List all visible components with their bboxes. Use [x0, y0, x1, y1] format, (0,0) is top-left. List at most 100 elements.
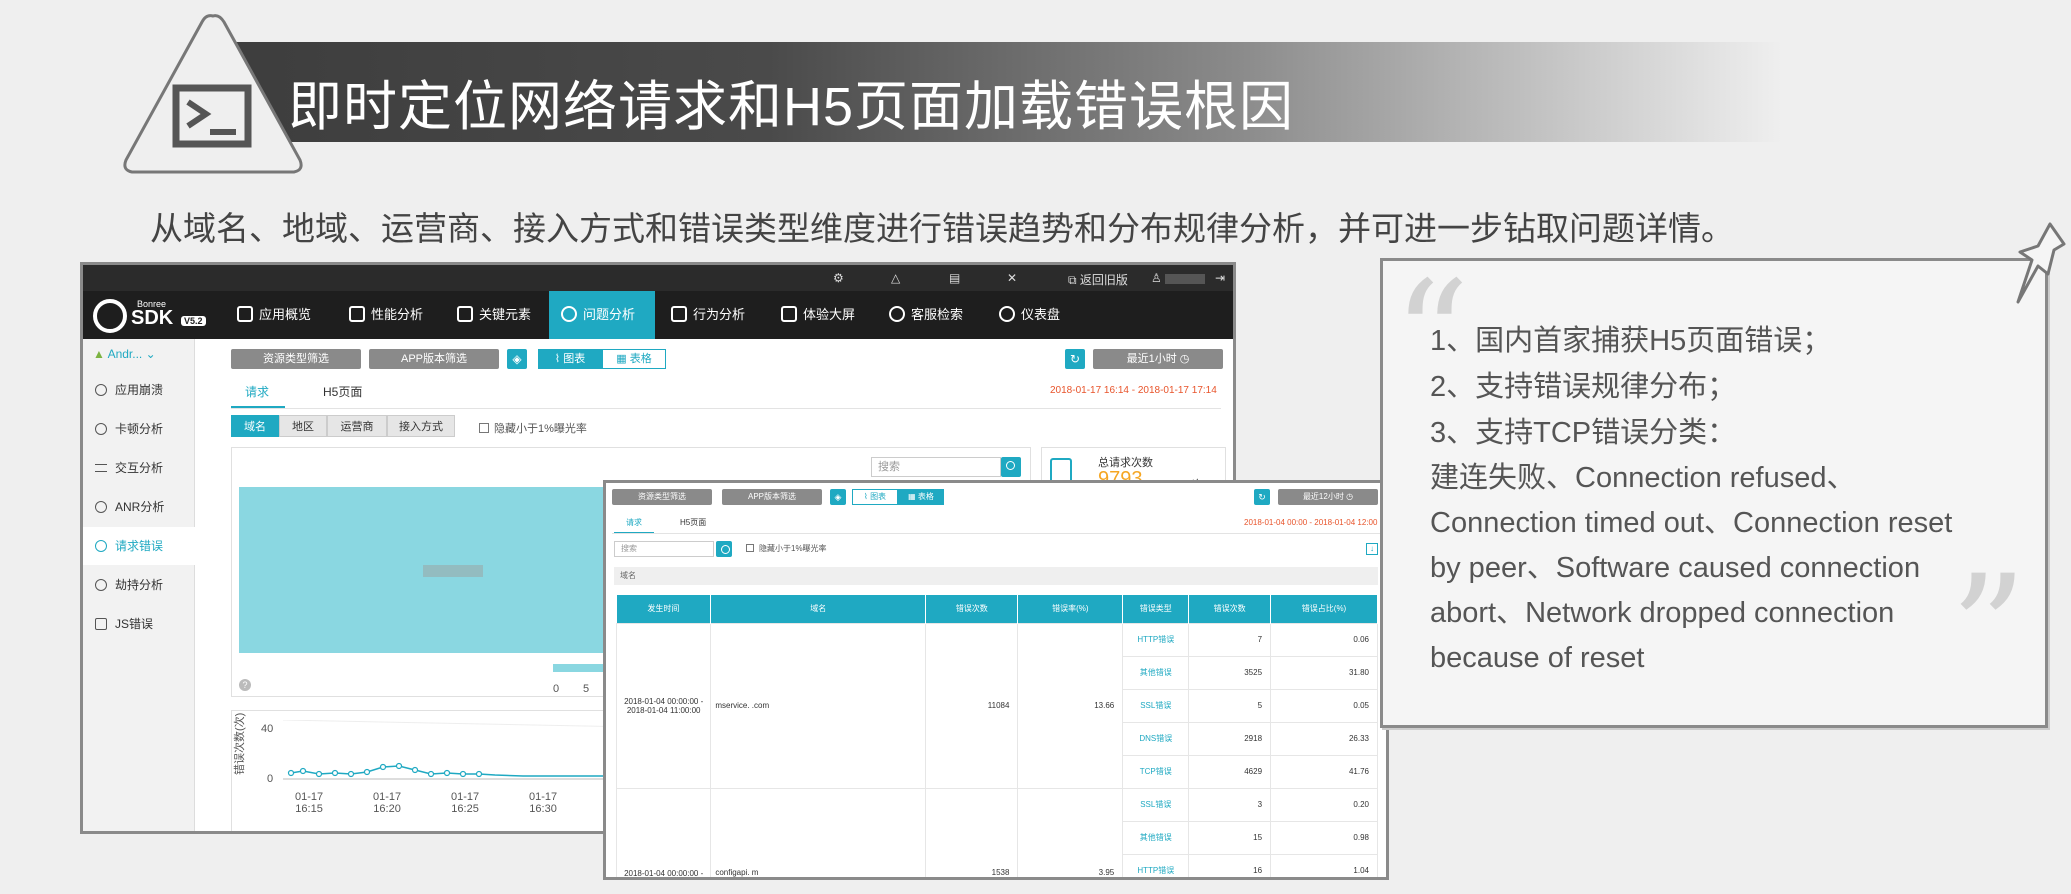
sidebar-item-js-error[interactable]: JS错误: [83, 605, 195, 643]
sidebar-label: 请求错误: [115, 539, 164, 553]
logout-icon[interactable]: ⇥: [1215, 271, 1225, 285]
app-version-filter[interactable]: APP版本筛选: [369, 349, 499, 369]
cell-error-type[interactable]: 其他错误: [1122, 655, 1190, 690]
cell-error-type[interactable]: DNS错误: [1122, 721, 1190, 756]
x-tick-3: 01-17 16:25: [451, 791, 480, 815]
settings-icon[interactable]: ⚙: [833, 271, 844, 285]
sidebar-label: JS错误: [115, 617, 154, 631]
export-icon[interactable]: ↓: [1366, 543, 1378, 555]
nav-label: 问题分析: [583, 307, 636, 322]
dim-access[interactable]: 接入方式: [387, 415, 455, 437]
search-input[interactable]: 搜索: [614, 541, 714, 557]
gauge-icon: [999, 306, 1015, 322]
sidebar-item-crash[interactable]: 应用崩溃: [83, 371, 195, 409]
chart-y-label: 错误次数(次): [234, 712, 246, 775]
nav-label: 性能分析: [371, 307, 424, 322]
table-icon: ▦: [616, 353, 630, 365]
nav-customer-search[interactable]: 客服检索: [885, 291, 985, 339]
bonree-logo: Bonree SDK V5.2: [93, 297, 206, 335]
nav-label: 应用概览: [259, 307, 312, 322]
sidebar-item-hijack[interactable]: 劫持分析: [83, 566, 195, 604]
cell-type-count: 3525: [1188, 655, 1272, 690]
page-subtitle: 从域名、地域、运营商、接入方式和错误类型维度进行错误趋势和分布规律分析，并可进一…: [150, 210, 1734, 247]
filter-toggle-icon[interactable]: ◈: [507, 349, 527, 369]
nav-key-elements[interactable]: 关键元素: [453, 291, 553, 339]
nav-label: 体验大屏: [803, 307, 856, 322]
bell-icon[interactable]: △: [891, 271, 900, 285]
table-row[interactable]: 2018-01-04 00:00:00 - 2018-01-04 11:00:0…: [615, 622, 1378, 789]
tab-request[interactable]: 请求: [614, 517, 654, 534]
col-header-count[interactable]: 错误次数: [925, 595, 1019, 623]
checkbox-icon: [479, 423, 489, 433]
chart-view-toggle[interactable]: ⌇ 图表: [538, 349, 602, 369]
chart-view-toggle[interactable]: ⌇ 图表: [852, 489, 898, 505]
chart-toggle-label: 图表: [563, 353, 586, 365]
cell-error-type[interactable]: SSL错误: [1122, 787, 1190, 822]
app-version-filter[interactable]: APP版本筛选: [722, 489, 822, 505]
nav-problem-analysis[interactable]: 问题分析: [549, 291, 655, 339]
cell-type-count: 5: [1188, 688, 1272, 723]
table-view-toggle[interactable]: ▦ 表格: [602, 349, 666, 369]
table-view-toggle[interactable]: ▦ 表格: [898, 489, 944, 505]
user-icon[interactable]: ♙: [1151, 271, 1206, 285]
refresh-icon[interactable]: ↻: [1065, 349, 1085, 369]
time-range-select[interactable]: 最近1小时 ◷: [1093, 349, 1223, 369]
dim-domain[interactable]: 域名: [231, 415, 279, 437]
tab-h5[interactable]: H5页面: [323, 383, 362, 400]
nav-big-screen[interactable]: 体验大屏: [777, 291, 877, 339]
search-input[interactable]: 搜索: [871, 457, 1001, 477]
cell-error-type[interactable]: 其他错误: [1122, 820, 1190, 855]
help-icon[interactable]: ?: [239, 679, 251, 691]
cell-error-type[interactable]: HTTP错误: [1122, 853, 1190, 877]
cell-type-share: 26.33: [1270, 721, 1378, 756]
col-header-rate[interactable]: 错误率(%): [1017, 595, 1124, 623]
table-toggle-label: 表格: [629, 353, 652, 365]
nav-behavior[interactable]: 行为分析: [667, 291, 767, 339]
sidebar-item-lag[interactable]: 卡顿分析: [83, 410, 195, 448]
quote-line-2: 2、支持错误规律分布；: [1430, 371, 1737, 403]
trend-series-points: [287, 762, 483, 778]
resource-type-filter[interactable]: 资源类型筛选: [231, 349, 361, 369]
cell-error-type[interactable]: TCP错误: [1122, 754, 1190, 789]
tab-request[interactable]: 请求: [231, 383, 286, 408]
cell-time: 2018-01-04 00:00:00 - 2018-01-04 11:00:0…: [615, 622, 712, 789]
search-icon[interactable]: [716, 541, 732, 557]
error-circle-icon: [95, 540, 107, 552]
cell-type-share: 0.06: [1270, 622, 1378, 657]
refresh-icon[interactable]: ↻: [1254, 489, 1270, 505]
page-title: 即时定位网络请求和H5页面加载错误根因: [288, 77, 1295, 137]
report-icon[interactable]: ▤: [949, 271, 960, 285]
resource-type-filter[interactable]: 资源类型筛选: [612, 489, 712, 505]
tools-icon[interactable]: ✕: [1007, 271, 1017, 285]
back-old-version-link[interactable]: ⧉ 返回旧版: [1068, 271, 1128, 288]
app-selector-label: Andr...: [107, 347, 143, 361]
search-icon[interactable]: [1001, 457, 1021, 477]
app-selector[interactable]: ▲ Andr... ⌄: [93, 347, 156, 361]
error-table: 发生时间 域名 错误次数 错误率(%) 错误类型 错误次数 错误占比(%) 20…: [615, 595, 1378, 877]
nav-app-overview[interactable]: 应用概览: [233, 291, 333, 339]
time-range-select[interactable]: 最近12小时 ◷: [1278, 489, 1378, 505]
clock-icon: ◷: [1179, 353, 1190, 365]
dim-region[interactable]: 地区: [279, 415, 327, 437]
nav-dashboard[interactable]: 仪表盘: [995, 291, 1095, 339]
tab-h5[interactable]: H5页面: [680, 517, 706, 528]
cell-type-count: 4629: [1188, 754, 1272, 789]
cell-count: 11084: [925, 622, 1019, 789]
hide-low-checkbox[interactable]: 隐藏小于1%曝光率: [746, 543, 827, 554]
cell-error-type[interactable]: HTTP错误: [1122, 622, 1190, 657]
col-header-type-share: 错误占比(%): [1270, 595, 1378, 623]
hide-low-checkbox[interactable]: 隐藏小于1%曝光率: [479, 420, 587, 436]
quote-line-3: 3、支持TCP错误分类：: [1430, 417, 1737, 449]
star-list-icon: [457, 306, 473, 322]
sidebar-item-interaction[interactable]: 交互分析: [83, 449, 195, 487]
col-header-domain[interactable]: 域名: [710, 595, 927, 623]
dim-carrier[interactable]: 运营商: [327, 415, 387, 437]
sidebar-item-anr[interactable]: ANR分析: [83, 488, 195, 526]
anr-icon: [95, 501, 107, 513]
col-header-time[interactable]: 发生时间: [616, 595, 712, 623]
nav-performance[interactable]: 性能分析: [345, 291, 445, 339]
sidebar-item-request-error[interactable]: 请求错误: [83, 527, 195, 565]
filter-toggle-icon[interactable]: ◈: [830, 489, 846, 505]
cell-error-type[interactable]: SSL错误: [1122, 688, 1190, 723]
table-row[interactable]: 2018-01-04 00:00:00 - 2018-01-04 11:00:0…: [615, 787, 1378, 877]
